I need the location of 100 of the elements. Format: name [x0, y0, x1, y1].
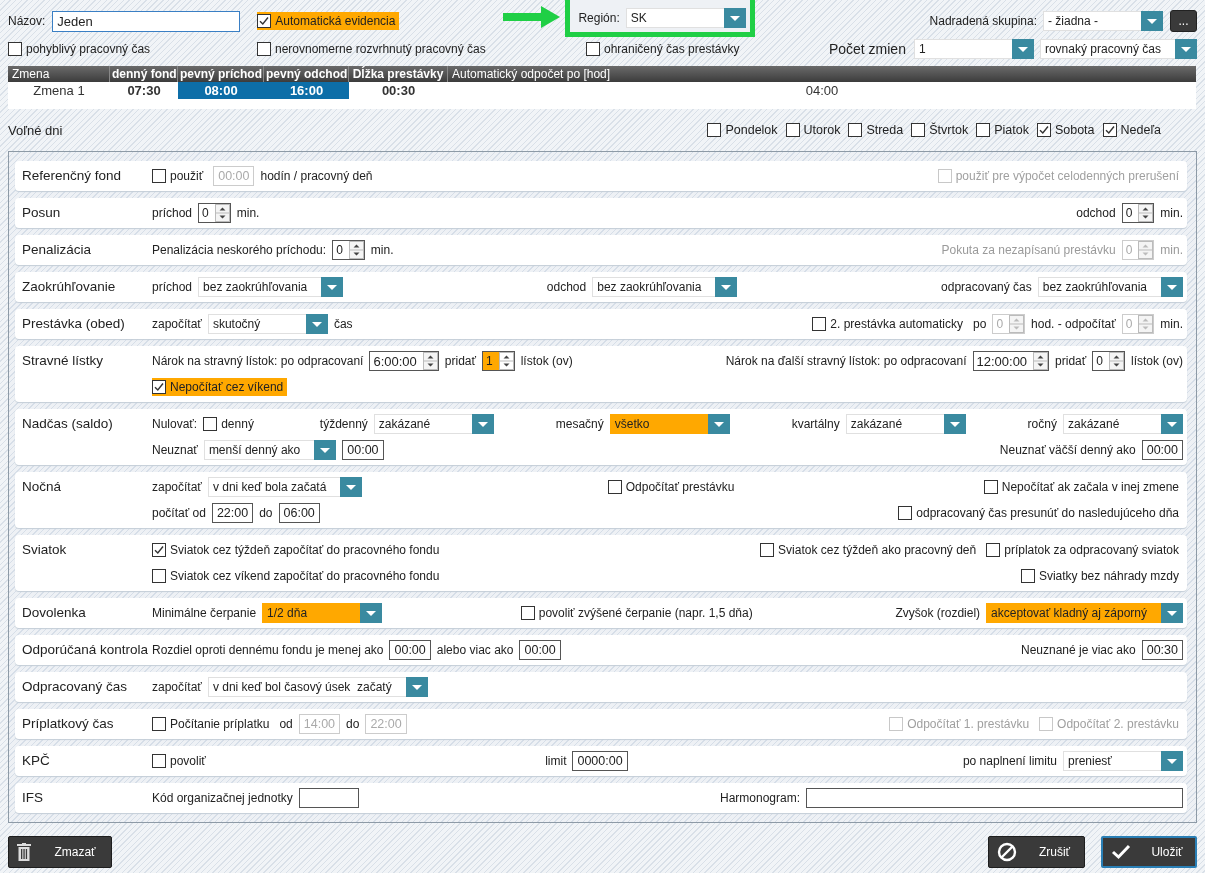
save-button[interactable]: Uložiť [1101, 836, 1197, 868]
label: Nárok na stravný lístok: po odpracovaní [152, 354, 364, 368]
spin-field[interactable]: 12:00:00 [972, 351, 1050, 371]
checkbox-icon [152, 169, 166, 183]
spin-arrows-icon[interactable] [422, 352, 438, 370]
checkbox[interactable]: Automatická evidencia [257, 12, 400, 30]
dropdown[interactable]: bez zaokrúhľovania [592, 277, 738, 297]
checkbox[interactable]: Piatok [976, 121, 1033, 139]
cancel-button[interactable]: Zrušiť [988, 836, 1085, 868]
more-button[interactable]: ... [1170, 10, 1197, 32]
spin-arrows-icon[interactable] [1138, 204, 1154, 222]
checkbox[interactable]: nerovnomerne rozvrhnutý pracovný čas [257, 39, 490, 58]
label: min. [1160, 243, 1183, 257]
spin-field[interactable]: 0 [1121, 203, 1155, 223]
dropdown[interactable]: bez zaokrúhľovania [1037, 277, 1183, 297]
caret-icon [723, 8, 746, 28]
checkbox[interactable]: Nepočítať ak začala v inej zmene [983, 478, 1183, 496]
checkbox[interactable]: Nepočítať cez víkend [152, 378, 288, 396]
label: odchod [1076, 206, 1116, 220]
checkbox[interactable]: Sviatky bez náhrady mzdy [1020, 567, 1183, 585]
checkbox-icon [848, 123, 863, 137]
dropdown[interactable]: menší denný ako [203, 440, 337, 460]
time-field[interactable]: 00:00 [519, 640, 561, 660]
dropdown[interactable]: skutočný [207, 314, 328, 334]
checkbox[interactable]: denný [203, 415, 258, 433]
dropdown[interactable]: v dni keď bol časový úsek začatý [207, 677, 428, 697]
checkbox[interactable]: Sviatok cez týždeň započítať do pracovného fondu [152, 541, 444, 559]
checkbox[interactable]: 2. prestávka automaticky [812, 315, 968, 333]
caret-icon [471, 414, 494, 434]
dropdown[interactable]: - žiadna - [1043, 11, 1163, 31]
spin-field[interactable]: 6:00:00 [369, 351, 439, 371]
label: Minimálne čerpanie [152, 606, 257, 620]
section-title: Posun [22, 204, 62, 222]
dropdown[interactable]: akceptovať kladný aj záporný [986, 603, 1183, 623]
spin-arrows-icon[interactable] [1109, 352, 1124, 370]
time-field[interactable]: 00:30 [1141, 640, 1183, 660]
spin-arrows-icon[interactable] [1033, 352, 1049, 370]
table-cell[interactable]: 08:00 [178, 82, 264, 99]
label: min. [236, 206, 260, 220]
input-field[interactable] [806, 788, 1183, 808]
dropdown[interactable]: zakázané [373, 414, 494, 434]
time-field[interactable]: 00:00 [389, 640, 431, 660]
spin-arrows-icon[interactable] [498, 352, 514, 370]
input-field[interactable] [298, 788, 359, 808]
spin-field[interactable]: 0 [1092, 351, 1125, 371]
checkbox[interactable]: povoliť [152, 752, 210, 770]
delete-button[interactable]: Zmazať [8, 836, 112, 868]
dropdown[interactable]: rovnaký pracovný čas [1039, 39, 1197, 59]
dropdown[interactable]: v dni keď bola začatá [207, 477, 363, 497]
dropdown[interactable]: 1/2 dňa [262, 603, 383, 623]
checkbox[interactable]: Odpočítať prestávku [607, 478, 739, 496]
checkbox[interactable]: Pondelok [707, 121, 782, 139]
checkbox[interactable]: povoliť zvýšené čerpanie (napr. 1,5 dňa) [520, 604, 757, 622]
label: Harmonogram: [719, 791, 800, 805]
checkbox[interactable]: Počítanie príplatku [152, 715, 274, 733]
table-cell[interactable]: 16:00 [264, 82, 349, 99]
spin-arrows-icon[interactable] [214, 204, 230, 222]
checkbox[interactable]: Sviatok cez týždeň ako pracovný deň [760, 541, 981, 559]
spin-field[interactable]: 1 [482, 351, 515, 371]
checkbox[interactable]: ohraničený čas prestávky [586, 39, 744, 58]
spin-arrows-icon[interactable] [348, 241, 364, 259]
table-cell[interactable]: 07:30 [110, 82, 178, 99]
time-field[interactable]: 06:00 [278, 503, 320, 523]
checkbox[interactable]: Streda [848, 121, 908, 139]
time-field[interactable]: 22:00 [211, 503, 254, 523]
checkbox[interactable]: Sobota [1036, 121, 1099, 139]
spin-field[interactable]: 0 [198, 203, 231, 223]
dropdown[interactable]: 1 [913, 39, 1034, 59]
table-cell[interactable]: 04:00 [448, 82, 1196, 99]
table-cell[interactable]: 00:30 [349, 82, 448, 99]
checkbox[interactable]: pohyblivý pracovný čas [8, 39, 155, 58]
checkbox-icon [586, 41, 600, 56]
dropdown[interactable]: preniesť [1063, 751, 1183, 771]
column-header: denný fond [110, 66, 178, 82]
dropdown[interactable]: zakázané [845, 414, 966, 434]
checkbox[interactable]: Štvrtok [911, 121, 973, 139]
checkbox-icon [889, 717, 904, 731]
time-field[interactable]: 0000:00 [572, 751, 628, 771]
checkbox[interactable]: Sviatok cez víkend započítať do pracovného fondu [152, 567, 444, 585]
time-field[interactable]: 00:00 [342, 440, 384, 460]
dropdown[interactable]: bez zaokrúhľovania [198, 277, 344, 297]
checkbox[interactable]: Nedeľa [1102, 121, 1165, 139]
dropdown[interactable]: všetko [609, 414, 730, 434]
caret-icon [1161, 603, 1183, 623]
name-field[interactable]: Jeden [52, 10, 241, 32]
checkbox[interactable]: príplatok za odpracovaný sviatok [986, 541, 1183, 559]
spin-field[interactable]: 0 [332, 240, 365, 260]
checkbox[interactable]: použiť [152, 167, 208, 185]
label: príchod [152, 206, 193, 220]
label: Rozdiel oproti dennému fondu je menej ako [152, 643, 384, 657]
label: Zvyšok (rozdiel) [895, 606, 981, 620]
table-cell[interactable]: Zmena 1 [8, 82, 110, 99]
checkbox-icon [911, 123, 926, 137]
checkbox[interactable]: odpracovaný čas presunúť do nasledujúceho dňa [898, 504, 1183, 522]
dropdown[interactable]: zakázané [1062, 414, 1183, 434]
caret-icon [1141, 11, 1163, 31]
dropdown[interactable]: SK [625, 8, 746, 28]
label: týždenný [319, 417, 368, 431]
time-field[interactable]: 00:00 [1141, 440, 1183, 460]
checkbox[interactable]: Utorok [785, 121, 845, 139]
